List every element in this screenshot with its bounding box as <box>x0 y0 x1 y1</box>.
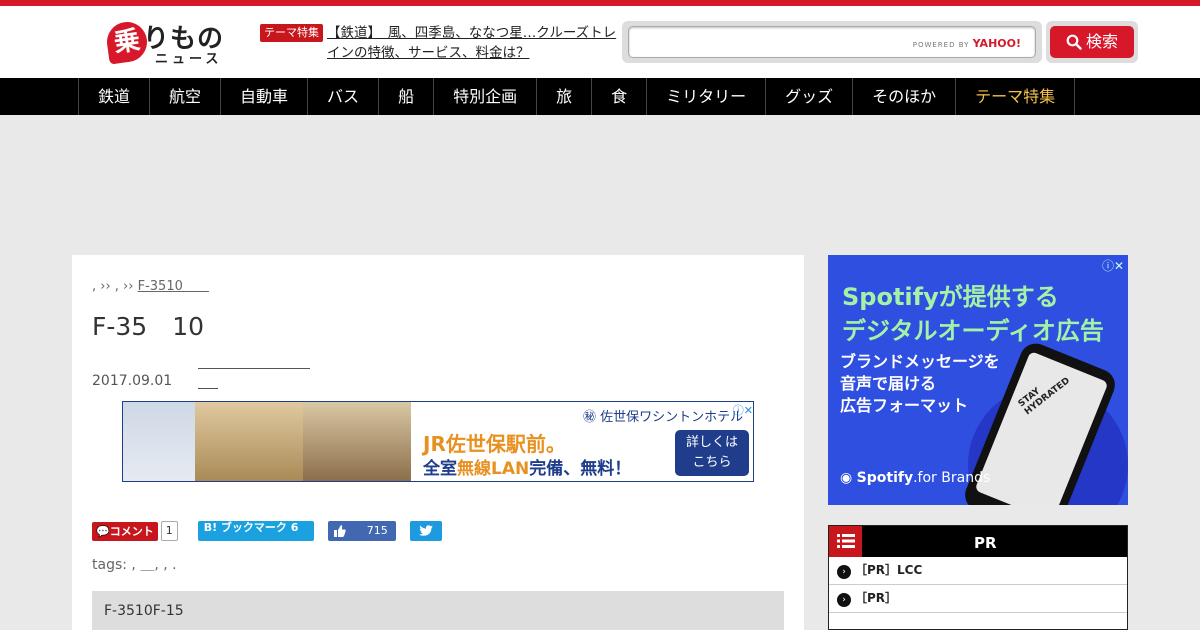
thumbs-up-icon <box>333 525 346 537</box>
breadcrumb-separators: , ›› , ›› <box>92 279 134 294</box>
ad-headline: JR佐世保駅前。 <box>423 432 566 456</box>
ad-brand: ㊙ 佐世保ワシントンホテル <box>583 410 744 425</box>
hotel-lobby-photo <box>195 402 303 481</box>
ad-copy: ㊙ 佐世保ワシントンホテル JR佐世保駅前。 全室無線LAN完備、無料！ 詳しく… <box>411 402 753 481</box>
list-icon <box>829 526 862 557</box>
site-header: 乗 りもの ニュース テーマ特集 【鉄道】 風、四季島、ななつ星…クルーズトレイ… <box>0 6 1200 78</box>
search-box: POWERED BY YAHOO! <box>622 21 1042 63</box>
spotify-brand: ◉ Spotify.for Brands <box>840 470 990 486</box>
category-nav: 鉄道 航空 自動車 バス 船 特別企画 旅 食 ミリタリー グッズ そのほか テ… <box>0 78 1200 115</box>
article-date: 2017.09.01 <box>92 373 173 389</box>
theme-feature-link[interactable]: 【鉄道】 風、四季島、ななつ星…クルーズトレインの特徴、サービス、料金は？ <box>327 23 617 63</box>
ad-cta-button[interactable]: 詳しくは こちら <box>675 430 749 476</box>
comment-icon: 💬 <box>96 524 110 538</box>
spotify-ad-headline-1: Spotifyが提供する <box>842 283 1059 311</box>
nav-item-bus[interactable]: バス <box>308 78 380 115</box>
spotify-ad-body-2: 音声で届ける <box>840 374 937 393</box>
chevron-right-icon: › <box>837 565 851 579</box>
chevron-right-icon: › <box>837 593 851 607</box>
nav-item-theme[interactable]: テーマ特集 <box>956 78 1076 115</box>
pr-header: PR <box>829 526 1127 557</box>
author-underline-short <box>198 369 218 389</box>
spotify-ad-body: ブランドメッセージを 音声で届ける 広告フォーマット <box>840 351 1000 417</box>
hotel-building-photo <box>123 402 195 481</box>
hotel-room-photo <box>303 402 411 481</box>
article-main: , ›› , ›› F-3510 F-35 10 2017.09.01 ㊙ 佐世… <box>72 255 804 630</box>
spotify-brand-suffix: .for Brands <box>913 470 991 486</box>
nav-item-special[interactable]: 特別企画 <box>434 78 538 115</box>
yahoo-brand: YAHOO! <box>972 37 1021 50</box>
breadcrumb-link[interactable]: F-3510 <box>138 279 209 294</box>
nav-item-military[interactable]: ミリタリー <box>647 78 767 115</box>
hotel-ad-banner[interactable]: ㊙ 佐世保ワシントンホテル JR佐世保駅前。 全室無線LAN完備、無料！ 詳しく… <box>122 401 754 482</box>
pr-sidebar-box: PR › ［PR］LCC › ［PR］ <box>828 525 1128 630</box>
ad-sub-suffix: 完備、無料！ <box>529 459 632 479</box>
hatena-bookmark-button[interactable]: B! ブックマーク 6 <box>197 521 314 541</box>
author-link[interactable] <box>198 355 310 390</box>
comment-count: 1 <box>160 521 178 541</box>
article-summary-text: F-3510F-15 <box>104 603 184 619</box>
ad-subline: 全室無線LAN完備、無料！ <box>423 454 631 479</box>
search-input[interactable]: POWERED BY YAHOO! <box>628 26 1036 58</box>
phone-label: STAY HYDRATED <box>1016 375 1072 418</box>
nav-item-goods[interactable]: グッズ <box>766 78 854 115</box>
like-count: 715 <box>366 524 388 537</box>
pr-list-item[interactable]: › ［PR］ <box>829 585 1127 613</box>
article-title: F-35 10 <box>92 312 804 341</box>
spotify-ad-body-1: ブランドメッセージを <box>840 352 1000 371</box>
article-summary-box: F-3510F-15 <box>92 591 784 630</box>
theme-badge: テーマ特集 <box>260 24 323 42</box>
spotify-logo-icon: ◉ <box>840 470 857 486</box>
pr-item-text <box>922 563 1200 577</box>
spotify-brand-name: Spotify <box>856 470 914 486</box>
spotify-ad[interactable]: STAY HYDRATED Spotifyが提供する デジタルオーディオ広告 ブ… <box>828 255 1128 505</box>
site-logo[interactable]: 乗 りもの ニュース <box>104 19 237 68</box>
pr-list-item[interactable]: › ［PR］LCC <box>829 557 1127 585</box>
breadcrumb: , ›› , ›› F-3510 <box>92 275 209 294</box>
nav-item-food[interactable]: 食 <box>592 78 648 115</box>
nav-item-railway[interactable]: 鉄道 <box>79 78 151 115</box>
author-underline <box>198 355 310 369</box>
tags-line: tags: , ＿, , . <box>92 557 177 573</box>
ad-sub-prefix: 全室 <box>423 459 457 479</box>
facebook-like-button[interactable]: 715 <box>327 521 396 541</box>
social-share-bar: 💬コメント 1 B! ブックマーク 6 715 <box>92 521 442 541</box>
pr-item-text <box>891 591 1179 605</box>
spotify-ad-close-icon[interactable]: ⓘ✕ <box>1102 257 1124 274</box>
ad-close-icon[interactable]: ⓘ✕ <box>733 402 753 418</box>
nav-item-travel[interactable]: 旅 <box>537 78 593 115</box>
spotify-ad-body-3: 広告フォーマット <box>840 396 969 415</box>
search-button-label: 検索 <box>1085 32 1118 51</box>
logo-subtext: ニュース <box>155 52 223 67</box>
powered-by-text: POWERED BY <box>912 41 970 49</box>
twitter-bird-icon <box>418 525 433 536</box>
nav-item-other[interactable]: そのほか <box>853 78 957 115</box>
comment-label: コメント <box>109 524 154 538</box>
comment-button[interactable]: 💬コメント <box>92 521 158 541</box>
search-button[interactable]: 検索 <box>1050 26 1134 58</box>
powered-by-label: POWERED BY YAHOO! <box>913 37 1021 50</box>
pr-item-prefix: ［PR］ <box>855 591 892 605</box>
nav-item-automobile[interactable]: 自動車 <box>221 78 309 115</box>
ad-sub-highlight: 無線LAN <box>457 459 530 479</box>
pr-item-prefix: ［PR］LCC <box>855 563 923 577</box>
nav-item-aviation[interactable]: 航空 <box>150 78 222 115</box>
spotify-ad-headline-2: デジタルオーディオ広告 <box>842 317 1104 345</box>
nav-item-ship[interactable]: 船 <box>379 78 435 115</box>
pr-title: PR <box>869 534 997 552</box>
search-icon <box>1066 34 1082 50</box>
twitter-share-button[interactable] <box>409 521 442 541</box>
